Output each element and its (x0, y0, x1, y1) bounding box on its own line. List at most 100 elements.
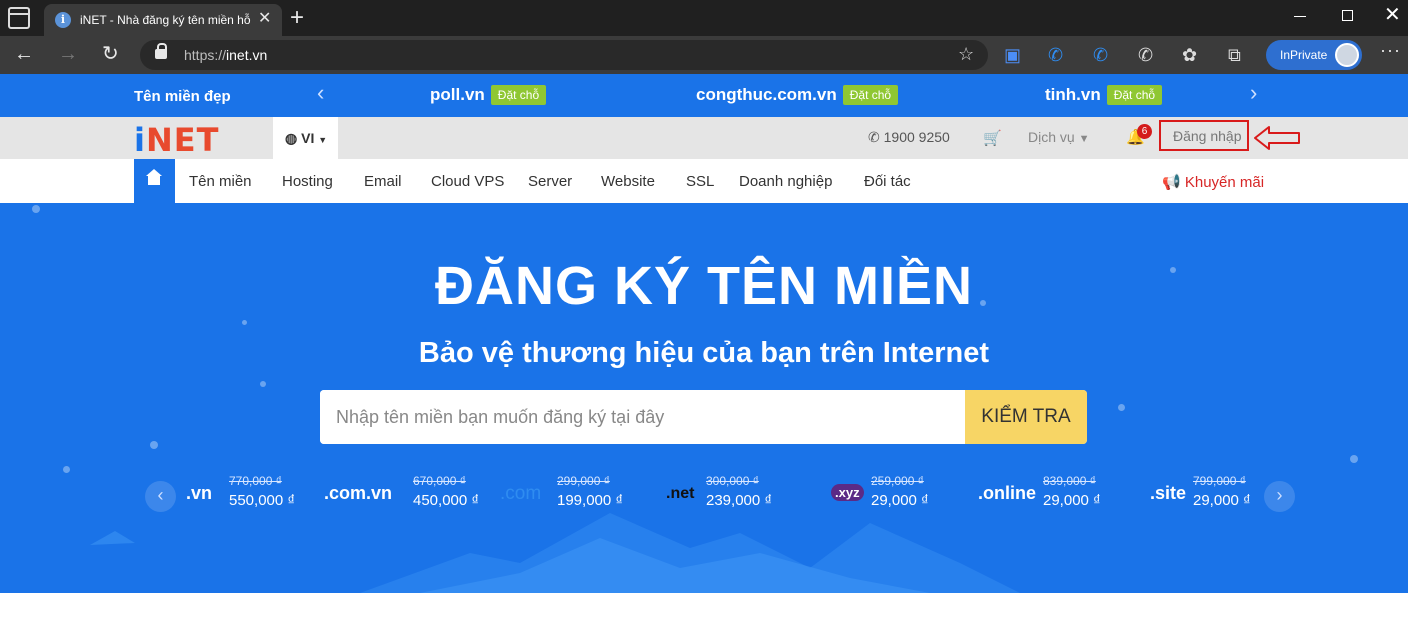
reserve-button[interactable]: Đặt chỗ (490, 85, 547, 105)
nav-business[interactable]: Doanh nghiệp (739, 173, 832, 190)
domain-search-form: KIỂM TRA (320, 390, 1087, 444)
promo-domain-name[interactable]: tinh.vn (1045, 85, 1101, 104)
tld-old-price: 670,000 ₫ (413, 474, 466, 488)
tld-name: .online (978, 483, 1036, 503)
phone-extension-2-icon[interactable]: ✆ (1093, 44, 1108, 66)
inet-logo[interactable]: iNET (134, 121, 219, 159)
inprivate-profile-button[interactable]: InPrivate (1266, 40, 1362, 70)
hero-section: ĐĂNG KÝ TÊN MIỀN Bảo vệ thương hiệu của … (0, 203, 1408, 593)
tab-title: iNET - Nhà đăng ký tên miền hỗ (80, 13, 251, 27)
home-icon (146, 169, 162, 185)
extensions-icon[interactable]: ✿ (1182, 44, 1197, 66)
site-header: iNET ◍ VI ▼ ✆ 1900 9250 🛒 Dịch vụ ▼ 🔔 6 … (0, 117, 1408, 159)
login-link[interactable]: Đăng nhập (1159, 120, 1249, 151)
cart-icon[interactable]: 🛒 (983, 129, 1002, 147)
services-dropdown[interactable]: Dịch vụ ▼ (1028, 129, 1089, 145)
tld-new-price: 450,000 ₫ (413, 492, 480, 509)
promo-next-icon[interactable]: › (1250, 82, 1257, 104)
maximize-icon[interactable] (1342, 10, 1353, 21)
promotions-link[interactable]: 📢 Khuyến mãi (1162, 173, 1264, 191)
reserve-button[interactable]: Đặt chỗ (1106, 85, 1163, 105)
browser-tab[interactable]: i iNET - Nhà đăng ký tên miền hỗ ✕ (44, 4, 282, 36)
hotline[interactable]: ✆ 1900 9250 (868, 129, 950, 146)
snow-dot (32, 205, 40, 213)
nav-server[interactable]: Server (528, 173, 572, 190)
promo-item: poll.vn Đặt chỗ (430, 85, 547, 105)
browser-toolbar: ← → ↻ https://inet.vn ☆ ▣ ✆ ✆ ✆ ✿ ⧉ InPr… (0, 36, 1408, 74)
notification-badge: 6 (1137, 124, 1152, 139)
red-arrow-annotation-icon (1254, 126, 1300, 150)
promo-prev-icon[interactable]: ‹ (317, 82, 324, 104)
tld-old-price: 770,000 ₫ (229, 474, 282, 488)
featured-domains-bar: Tên miền đẹp ‹ poll.vn Đặt chỗ congthuc.c… (0, 74, 1408, 117)
address-bar[interactable]: https://inet.vn ☆ (140, 40, 988, 70)
check-domain-button[interactable]: KIỂM TRA (965, 390, 1087, 444)
nav-hosting[interactable]: Hosting (282, 173, 333, 190)
phone-extension-3-icon[interactable]: ✆ (1138, 44, 1153, 66)
promotions-label: Khuyến mãi (1184, 174, 1265, 191)
reserve-button[interactable]: Đặt chỗ (842, 85, 899, 105)
url-text: https://inet.vn (184, 47, 268, 63)
promo-item: tinh.vn Đặt chỗ (1045, 85, 1163, 105)
collections-icon[interactable]: ⧉ (1228, 44, 1241, 66)
nav-website[interactable]: Website (601, 173, 655, 190)
globe-icon: ◍ (285, 130, 298, 146)
tld-new-price: 29,000 ₫ (1193, 492, 1251, 509)
info-favicon-icon: i (55, 12, 71, 28)
tld-new-price: 29,000 ₫ (871, 492, 929, 509)
tld-name: .com (500, 483, 542, 504)
nav-partners[interactable]: Đối tác (864, 173, 911, 190)
snow-dot (1118, 404, 1125, 411)
snow-dot (260, 381, 266, 387)
nav-email[interactable]: Email (364, 173, 402, 190)
home-button[interactable] (134, 159, 175, 203)
tld-old-price: 259,000 ₫ (871, 474, 924, 488)
add-favorite-icon[interactable]: ☆ (958, 44, 974, 65)
phone-icon: ✆ (868, 129, 880, 145)
translate-icon[interactable]: ▣ (1004, 44, 1021, 66)
tld-new-price: 550,000 ₫ (229, 492, 296, 509)
inprivate-label: InPrivate (1280, 48, 1328, 62)
nav-cloud-vps[interactable]: Cloud VPS (431, 173, 504, 190)
megaphone-icon: 📢 (1162, 174, 1181, 191)
nav-ssl[interactable]: SSL (686, 173, 714, 190)
snow-dot (242, 320, 247, 325)
more-menu-icon[interactable]: ··· (1380, 40, 1401, 61)
tld-name: .xyz (831, 484, 864, 501)
tld-prev-icon[interactable]: ‹ (145, 481, 176, 512)
tld-old-price: 839,000 ₫ (1043, 474, 1096, 488)
tld-next-icon[interactable]: › (1264, 481, 1295, 512)
tld-name: .vn (186, 483, 213, 503)
promo-domain-name[interactable]: congthuc.com.vn (696, 85, 837, 104)
nav-domains[interactable]: Tên miền (189, 173, 252, 190)
featured-domains-title: Tên miền đẹp (134, 88, 231, 105)
minimize-icon[interactable] (1294, 16, 1306, 17)
back-icon[interactable]: ← (14, 43, 34, 65)
language-label: VI (301, 130, 315, 146)
promo-item: congthuc.com.vn Đặt chỗ (696, 85, 899, 105)
close-tab-icon[interactable]: ✕ (258, 10, 271, 28)
promo-domain-name[interactable]: poll.vn (430, 85, 485, 104)
snow-dot (63, 466, 70, 473)
language-selector[interactable]: ◍ VI ▼ (273, 117, 338, 159)
refresh-icon[interactable]: ↻ (102, 43, 119, 65)
tld-name: .net (666, 485, 695, 502)
browser-tab-bar: i iNET - Nhà đăng ký tên miền hỗ ✕ + ✕ (0, 0, 1408, 36)
tld-new-price: 29,000 ₫ (1043, 492, 1101, 509)
hotline-number: 1900 9250 (883, 129, 950, 145)
tld-old-price: 299,000 ₫ (557, 474, 610, 488)
window-close-icon[interactable]: ✕ (1384, 4, 1401, 26)
tab-actions-icon[interactable] (8, 7, 30, 29)
hero-title: ĐĂNG KÝ TÊN MIỀN (434, 256, 974, 316)
tld-new-price: 239,000 ₫ (706, 492, 773, 509)
forward-icon[interactable]: → (58, 43, 78, 65)
tld-old-price: 300,000 ₫ (706, 474, 759, 488)
domain-search-input[interactable] (320, 390, 965, 444)
tld-name: .com.vn (324, 483, 393, 503)
snow-dot (150, 441, 158, 449)
tld-new-price: 199,000 ₫ (557, 492, 624, 509)
tld-old-price: 799,000 ₫ (1193, 474, 1246, 488)
new-tab-icon[interactable]: + (290, 6, 304, 30)
caret-down-icon: ▼ (1078, 133, 1090, 145)
phone-extension-icon[interactable]: ✆ (1048, 44, 1063, 66)
